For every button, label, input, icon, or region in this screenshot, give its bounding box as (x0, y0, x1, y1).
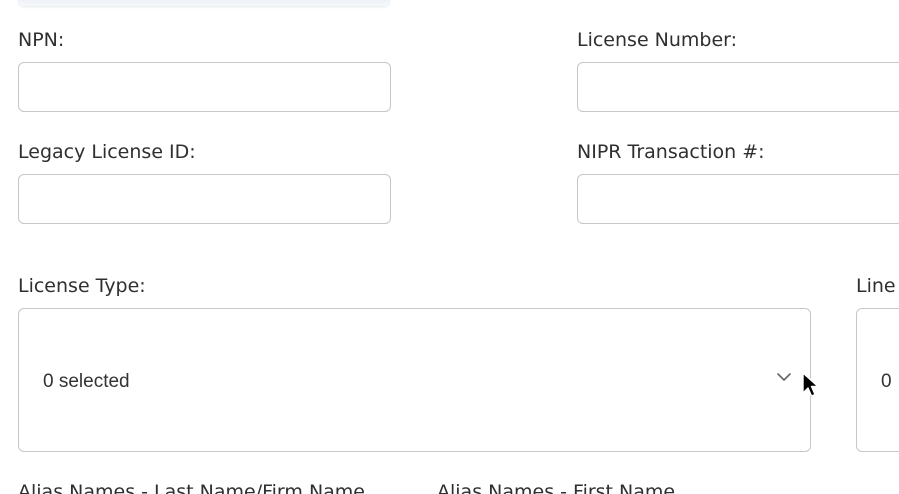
nipr-transaction-label: NIPR Transaction #: (577, 141, 765, 163)
top-section-edge (18, 0, 390, 6)
line-label: Line (856, 275, 896, 297)
nipr-transaction-input[interactable] (577, 174, 899, 224)
npn-input[interactable] (18, 62, 391, 112)
license-number-input[interactable] (577, 62, 899, 112)
line-select[interactable]: 0 (856, 308, 899, 452)
alias-last-name-label: Alias Names - Last Name/Firm Name (18, 481, 366, 494)
legacy-license-id-label: Legacy License ID: (18, 141, 196, 163)
npn-label: NPN: (18, 29, 65, 51)
license-type-label: License Type: (18, 275, 146, 297)
line-selected-text: 0 (881, 371, 892, 392)
legacy-license-id-input[interactable] (18, 174, 391, 224)
license-number-label: License Number: (577, 29, 738, 51)
license-type-select[interactable]: 0 selected (18, 308, 811, 452)
chevron-down-icon[interactable] (776, 368, 792, 387)
alias-first-name-label: Alias Names - First Name (437, 481, 676, 494)
license-type-selected-text: 0 selected (43, 371, 130, 392)
mouse-pointer-icon (802, 372, 820, 404)
